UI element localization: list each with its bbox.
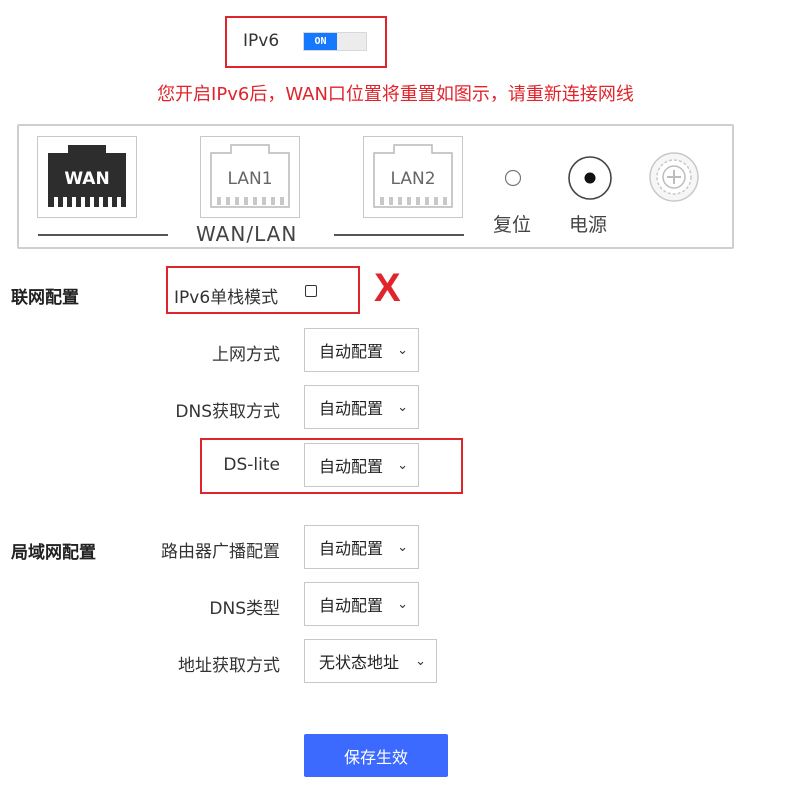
lan2-port: LAN2 [363,136,463,218]
power-label: 电源 [569,214,608,236]
dns-type-value: 自动配置 [319,596,384,615]
lan1-port-label: LAN1 [227,169,272,189]
address-method-value: 无状态地址 [319,653,400,672]
wan-port-label: WAN [64,169,109,189]
lan2-port-label: LAN2 [390,169,435,189]
address-method-select[interactable]: 无状态地址 ⌄ [304,639,437,683]
dns-method-value: 自动配置 [319,399,384,418]
chevron-down-icon: ⌄ [415,653,426,669]
reset-label: 复位 [493,214,532,236]
network-config-title: 联网配置 [11,288,79,308]
connection-type-label: 上网方式 [212,345,280,365]
lan-underline [334,234,464,236]
dslite-select[interactable]: 自动配置 ⌄ [304,443,419,487]
router-adv-value: 自动配置 [319,539,384,558]
wan-reset-notice: 您开启IPv6后，WAN口位置将重置如图示，请重新连接网线 [157,84,634,105]
reset-hole-icon [504,169,522,187]
chevron-down-icon: ⌄ [397,342,408,358]
dslite-value: 自动配置 [319,457,384,476]
chevron-down-icon: ⌄ [397,539,408,555]
chevron-down-icon: ⌄ [397,596,408,612]
ipv6-toggle-state: ON [304,33,337,50]
dns-type-label: DNS类型 [209,599,280,619]
chevron-down-icon: ⌄ [397,457,408,473]
single-stack-label: IPv6单栈模式 [174,288,279,308]
power-jack-icon [567,155,613,201]
connection-type-select[interactable]: 自动配置 ⌄ [304,328,419,372]
dns-method-label: DNS获取方式 [175,402,280,422]
chevron-down-icon: ⌄ [397,399,408,415]
router-adv-label: 路由器广播配置 [161,542,280,562]
save-button[interactable]: 保存生效 [304,734,448,777]
x-mark: X [374,266,401,310]
router-adv-select[interactable]: 自动配置 ⌄ [304,525,419,569]
connection-type-value: 自动配置 [319,342,384,361]
lan1-port: LAN1 [200,136,300,218]
wan-lan-label: WAN/LAN [196,222,298,246]
dns-type-select[interactable]: 自动配置 ⌄ [304,582,419,626]
single-stack-checkbox[interactable] [305,285,317,297]
address-method-label: 地址获取方式 [178,656,280,676]
dslite-label: DS-lite [223,455,280,475]
ground-screw-icon [648,151,700,203]
wan-port: WAN [37,136,137,218]
dns-method-select[interactable]: 自动配置 ⌄ [304,385,419,429]
ipv6-label: IPv6 [243,31,280,51]
ipv6-toggle[interactable]: ON [303,32,367,51]
wan-underline [38,234,168,236]
